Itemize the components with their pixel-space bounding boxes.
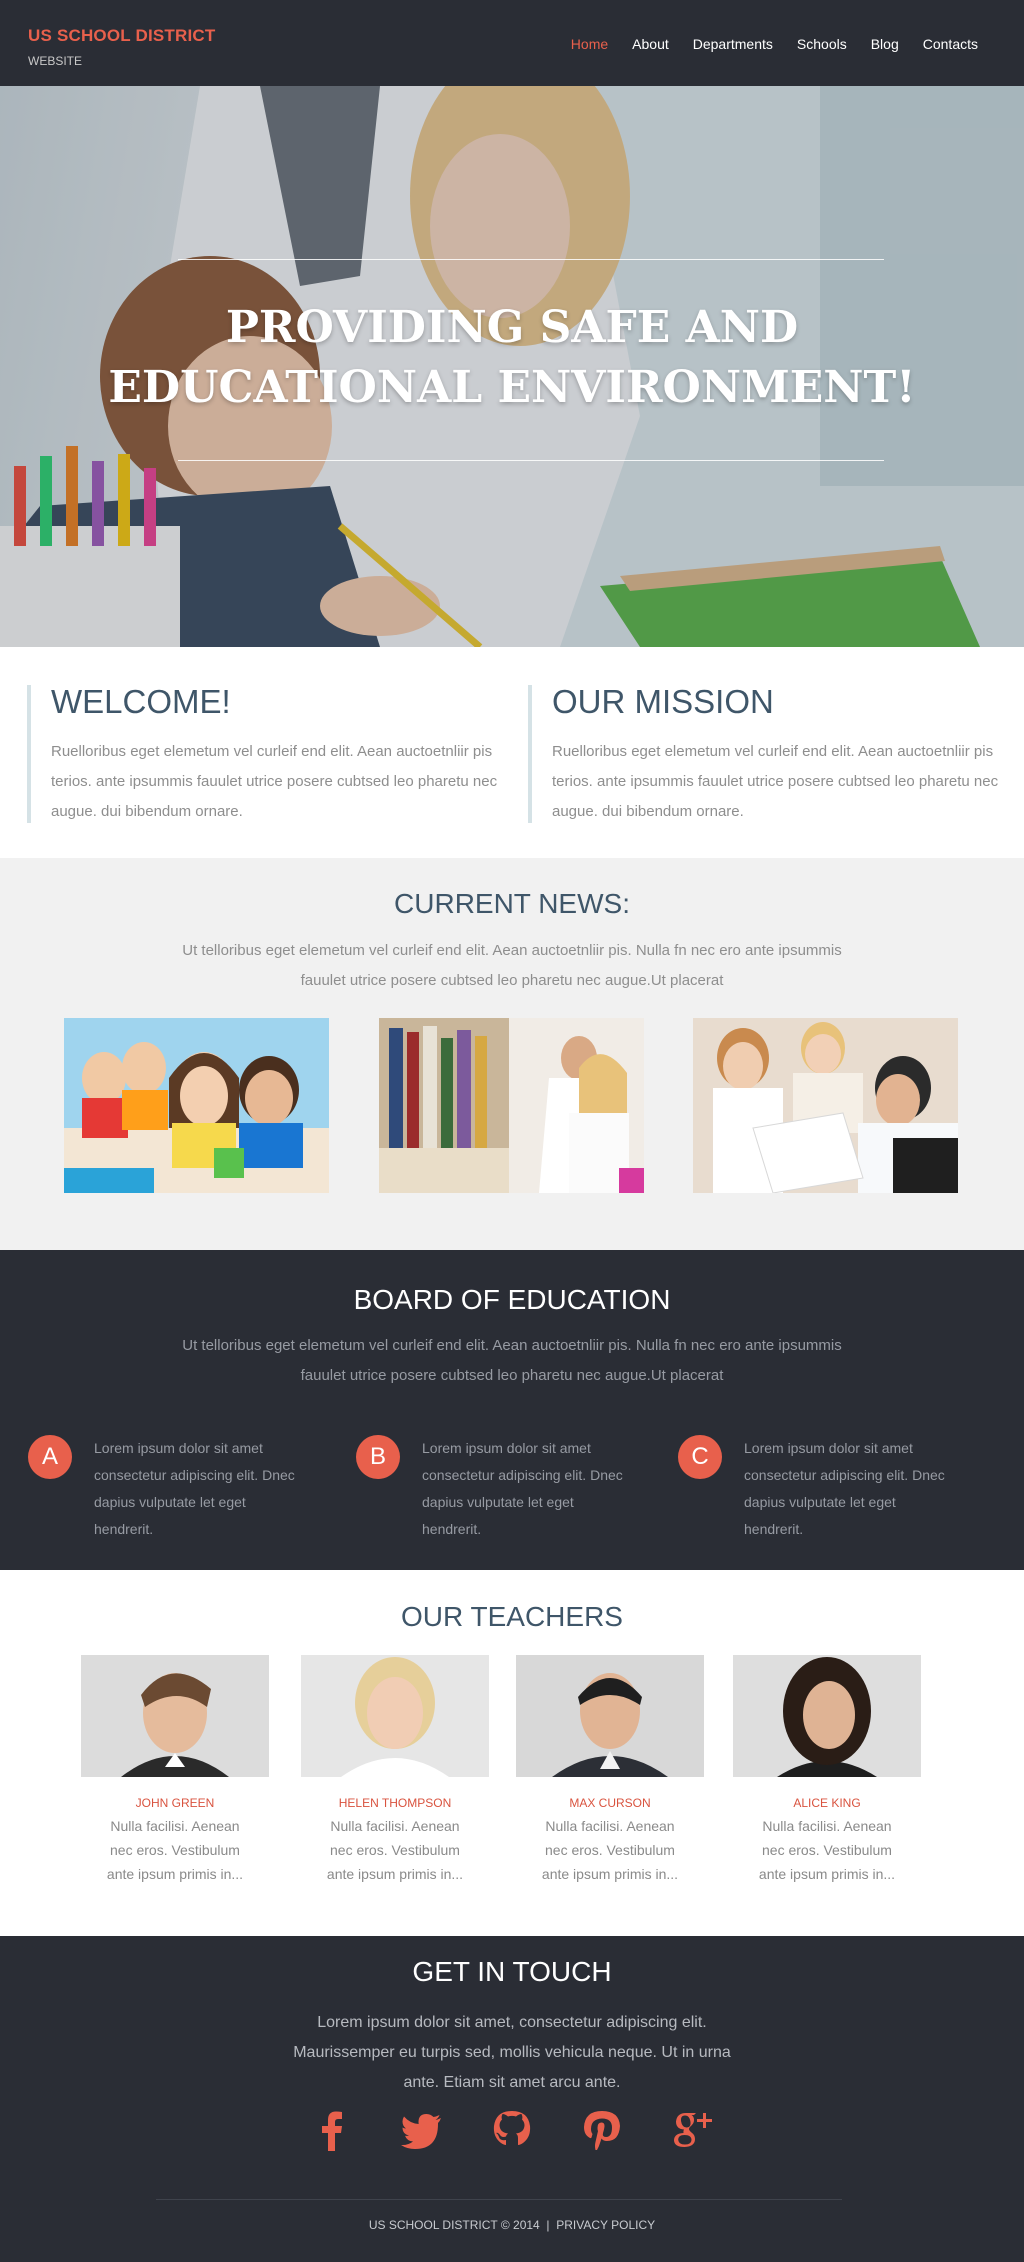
teacher-photo xyxy=(516,1655,704,1777)
teacher-name[interactable]: JOHN GREEN xyxy=(81,1796,269,1810)
news-text: Ut telloribus eget elemetum vel curleif … xyxy=(182,942,842,989)
teachers-section: OUR TEACHERS JOHN GREEN Nulla facilisi. … xyxy=(0,1570,1024,1936)
board-section: BOARD OF EDUCATION Ut telloribus eget el… xyxy=(0,1250,1024,1570)
welcome-title: WELCOME! xyxy=(51,683,231,720)
teacher-name[interactable]: HELEN THOMPSON xyxy=(301,1796,489,1810)
privacy-policy-link[interactable]: PRIVACY POLICY xyxy=(556,2218,655,2232)
badge-b: B xyxy=(356,1435,400,1479)
hero-divider-top xyxy=(178,259,884,260)
hero-title-line2: EDUCATIONAL ENVIRONMENT! xyxy=(108,362,916,413)
teacher-photo xyxy=(301,1655,489,1777)
pinterest-icon[interactable] xyxy=(579,2107,625,2153)
nav-about[interactable]: About xyxy=(632,36,669,52)
footer: US SCHOOL DISTRICT © 2014 | PRIVACY POLI… xyxy=(0,2218,1024,2232)
teacher-card[interactable]: MAX CURSON Nulla facilisi. Aenean nec er… xyxy=(516,1655,704,1886)
contact-text: Lorem ipsum dolor sit amet, consectetur … xyxy=(293,2014,731,2091)
site-header: US SCHOOL DISTRICT WEBSITE Home About De… xyxy=(0,0,1024,86)
brand-subtitle: WEBSITE xyxy=(28,54,83,68)
hero-banner: PROVIDING SAFE AND EDUCATIONAL ENVIRONME… xyxy=(0,86,1024,647)
teacher-photo xyxy=(733,1655,921,1777)
teacher-card[interactable]: JOHN GREEN Nulla facilisi. Aenean nec er… xyxy=(81,1655,269,1886)
news-image-library[interactable] xyxy=(379,1018,644,1193)
footer-copyright: US SCHOOL DISTRICT © 2014 xyxy=(368,2218,540,2232)
teacher-bio: Nulla facilisi. Aenean nec eros. Vestibu… xyxy=(758,1818,896,1882)
hero-title-line1: PROVIDING SAFE AND xyxy=(225,302,799,353)
teacher-bio: Nulla facilisi. Aenean nec eros. Vestibu… xyxy=(326,1818,464,1882)
nav-departments[interactable]: Departments xyxy=(693,36,773,52)
intro-section: WELCOME! Ruelloribus eget elemetum vel c… xyxy=(0,647,1024,858)
footer-divider xyxy=(156,2199,842,2200)
badge-a: A xyxy=(28,1435,72,1479)
teacher-card[interactable]: HELEN THOMPSON Nulla facilisi. Aenean ne… xyxy=(301,1655,489,1886)
board-text: Ut telloribus eget elemetum vel curleif … xyxy=(182,1337,842,1384)
news-section: CURRENT NEWS: Ut telloribus eget elemetu… xyxy=(0,858,1024,1250)
teachers-title: OUR TEACHERS xyxy=(401,1601,623,1632)
main-nav: Home About Departments Schools Blog Cont… xyxy=(547,36,978,52)
contact-section: GET IN TOUCH Lorem ipsum dolor sit amet,… xyxy=(0,1936,1024,2262)
hero-divider-bottom xyxy=(178,460,884,461)
teacher-card[interactable]: ALICE KING Nulla facilisi. Aenean nec er… xyxy=(733,1655,921,1886)
google-plus-icon[interactable] xyxy=(669,2107,715,2153)
brand-logo[interactable]: US SCHOOL DISTRICT WEBSITE xyxy=(28,26,215,68)
mission-block: OUR MISSION Ruelloribus eget elemetum ve… xyxy=(528,683,1008,823)
github-icon[interactable] xyxy=(489,2107,535,2153)
board-title: BOARD OF EDUCATION xyxy=(353,1284,671,1315)
welcome-text: Ruelloribus eget elemetum vel curleif en… xyxy=(51,743,498,820)
news-title: CURRENT NEWS: xyxy=(394,888,630,919)
board-item-text: Lorem ipsum dolor sit amet consectetur a… xyxy=(422,1440,623,1537)
nav-blog[interactable]: Blog xyxy=(871,36,899,52)
nav-contacts[interactable]: Contacts xyxy=(923,36,978,52)
social-links xyxy=(0,2107,1024,2153)
teacher-photo xyxy=(81,1655,269,1777)
teacher-name[interactable]: MAX CURSON xyxy=(516,1796,704,1810)
badge-c: C xyxy=(678,1435,722,1479)
news-image-kids[interactable] xyxy=(64,1018,329,1193)
teacher-name[interactable]: ALICE KING xyxy=(733,1796,921,1810)
board-item-text: Lorem ipsum dolor sit amet consectetur a… xyxy=(94,1440,295,1537)
footer-separator: | xyxy=(546,2218,550,2232)
news-image-meeting[interactable] xyxy=(693,1018,958,1193)
teacher-bio: Nulla facilisi. Aenean nec eros. Vestibu… xyxy=(106,1818,244,1882)
nav-home[interactable]: Home xyxy=(571,36,608,52)
board-item-text: Lorem ipsum dolor sit amet consectetur a… xyxy=(744,1440,945,1537)
nav-schools[interactable]: Schools xyxy=(797,36,847,52)
contact-title: GET IN TOUCH xyxy=(412,1956,612,1987)
mission-title: OUR MISSION xyxy=(552,683,774,720)
brand-title[interactable]: US SCHOOL DISTRICT xyxy=(28,26,215,46)
twitter-icon[interactable] xyxy=(399,2107,445,2153)
teacher-bio: Nulla facilisi. Aenean nec eros. Vestibu… xyxy=(541,1818,679,1882)
welcome-block: WELCOME! Ruelloribus eget elemetum vel c… xyxy=(27,683,507,823)
facebook-icon[interactable] xyxy=(309,2107,355,2153)
mission-text: Ruelloribus eget elemetum vel curleif en… xyxy=(552,743,999,820)
hero-title: PROVIDING SAFE AND EDUCATIONAL ENVIRONME… xyxy=(0,298,1024,418)
